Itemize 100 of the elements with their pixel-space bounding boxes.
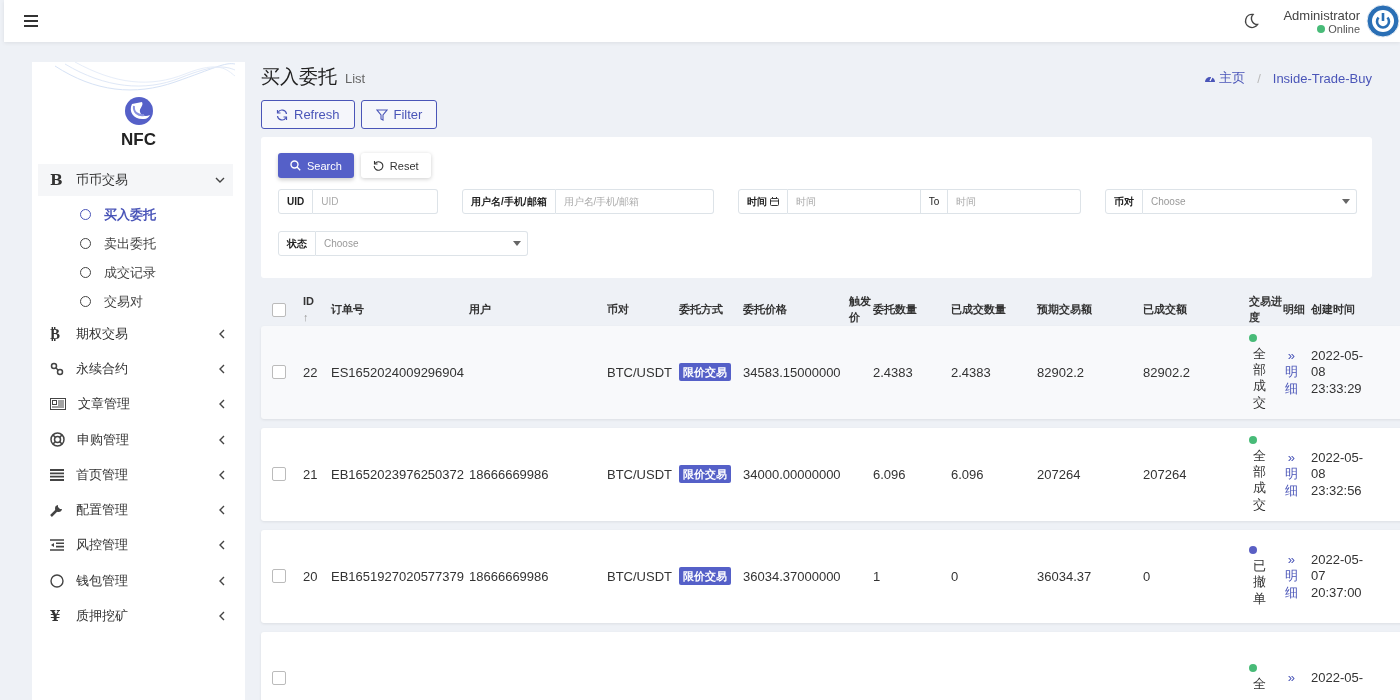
sidebar-item[interactable]: 首页管理: [32, 457, 245, 493]
chevron-left-icon: [219, 540, 225, 551]
sidebar-icon: [50, 361, 64, 376]
input-field[interactable]: 时间: [788, 189, 921, 214]
detail-link[interactable]: » 明细: [1283, 348, 1300, 397]
detail-link[interactable]: »: [1283, 670, 1300, 687]
refresh-button[interactable]: Refresh: [261, 100, 355, 129]
table-cell-text: 36034.37: [1037, 568, 1093, 584]
table-cell-text: ES1652024009296904: [331, 364, 466, 380]
sidebar-item[interactable]: ₿ 期权交易: [32, 316, 245, 352]
checkbox[interactable]: [272, 467, 286, 482]
user-name: Administrator: [1283, 7, 1360, 23]
table-cell-text: BTC/USDT: [607, 466, 673, 482]
column-header[interactable]: ID: [303, 294, 331, 310]
moon-icon[interactable]: [1243, 13, 1260, 29]
search-icon: [290, 160, 301, 171]
table-cell-text: 6.096: [951, 466, 985, 482]
table-cell-text: 2022-05-: [1311, 670, 1365, 687]
table-cell-text: 22: [303, 364, 319, 380]
column-header: 委托价格: [743, 301, 788, 317]
status-text: 全部成交: [1253, 345, 1266, 411]
sidebar-icon: [50, 503, 64, 518]
chevron-left-icon: [219, 469, 225, 480]
checkbox[interactable]: [272, 569, 286, 584]
calendar-icon: [770, 197, 779, 206]
table-cell-text: BTC/USDT: [607, 364, 673, 380]
sidebar-icon: [50, 539, 64, 552]
table-cell-text: 6.096: [873, 466, 907, 482]
table-cell-text: 2.4383: [951, 364, 992, 380]
table-cell-text: 0: [1143, 568, 1152, 584]
sidebar-icon: B: [50, 171, 76, 189]
refresh-icon: [276, 108, 288, 121]
table-cell-text: 36034.37000000: [743, 568, 842, 584]
table-cell-text: 2022-05-08 23:32:56: [1311, 450, 1365, 499]
table-cell-text: 34000.00000000: [743, 466, 842, 482]
search-button[interactable]: Search: [278, 153, 354, 178]
sidebar-icon: [50, 573, 64, 588]
column-header: 交易进度: [1249, 294, 1283, 325]
table-cell-text: 207264: [1037, 466, 1082, 482]
page-subtitle: List: [345, 71, 366, 86]
column-header: 委托数量: [873, 301, 918, 317]
table-cell-text: 1: [873, 568, 882, 584]
table-cell-text: 2022-05-07 20:37:00: [1311, 552, 1365, 601]
table-cell-text: 2022-05-08 23:33:29: [1311, 348, 1365, 397]
sidebar-item[interactable]: 文章管理: [32, 386, 245, 422]
detail-link[interactable]: » 明细: [1283, 552, 1300, 601]
table-cell-text: 207264: [1143, 466, 1188, 482]
table-cell-text: 18666669986: [469, 466, 550, 482]
menu-icon[interactable]: [24, 15, 38, 27]
table-cell-text: EB1651927020577379: [331, 568, 466, 584]
column-header: 明细: [1283, 301, 1306, 317]
chevron-left-icon: [219, 611, 225, 621]
input-field[interactable]: UID: [313, 189, 438, 214]
breadcrumb-link[interactable]: Inside-Trade-Buy: [1272, 71, 1372, 86]
column-header: 预期交易额: [1037, 301, 1093, 317]
table-cell-text: 34583.15000000: [743, 364, 842, 380]
order-type-tag: 限价交易: [679, 465, 731, 484]
reset-icon: [372, 160, 384, 171]
column-header: 币对: [607, 301, 630, 317]
table-cell-text: 20: [303, 568, 319, 584]
table-cell-text: 0: [951, 568, 960, 584]
sidebar-subitem[interactable]: 买入委托: [32, 200, 245, 229]
chevron-down-icon: [215, 177, 225, 183]
input-field[interactable]: 用户名/手机/邮箱: [555, 189, 714, 214]
sidebar-item[interactable]: ¥ 质押挖矿: [32, 598, 245, 634]
checkbox[interactable]: [272, 302, 286, 317]
sidebar-item[interactable]: B 币币交易: [38, 164, 233, 196]
user-status: Online: [1328, 22, 1360, 35]
logo-text: NFC: [121, 130, 156, 150]
caret-icon: [513, 241, 521, 246]
sidebar-subitem[interactable]: 交易对: [32, 287, 245, 316]
sidebar-item[interactable]: 风控管理: [32, 527, 245, 564]
avatar-icon[interactable]: [1366, 4, 1400, 38]
table-cell-text: BTC/USDT: [607, 568, 673, 584]
sidebar-item[interactable]: 永续合约: [32, 351, 245, 387]
checkbox[interactable]: [272, 671, 286, 686]
checkbox[interactable]: [272, 365, 286, 380]
filter-button[interactable]: Filter: [360, 100, 438, 129]
table-cell-text: EB1652023976250372: [331, 466, 466, 482]
sidebar-subitem[interactable]: 卖出委托: [32, 229, 245, 258]
field-label: 时间: [738, 189, 788, 214]
chevron-left-icon: [219, 363, 225, 374]
sidebar-icon: [50, 398, 66, 411]
column-header: 已成交额: [1143, 301, 1188, 317]
column-header: 订单号: [331, 301, 365, 317]
sidebar-item[interactable]: 申购管理: [32, 421, 245, 458]
table-cell-text: 18666669986: [469, 568, 550, 584]
sidebar-item[interactable]: 配置管理: [32, 492, 245, 528]
chevron-left-icon: [219, 328, 225, 339]
input-field[interactable]: 时间: [948, 189, 1081, 214]
sidebar-item[interactable]: 钱包管理: [32, 563, 245, 599]
sidebar-subitem[interactable]: 成交记录: [32, 258, 245, 287]
breadcrumb-link[interactable]: 主页: [1204, 69, 1246, 87]
reset-button[interactable]: Reset: [360, 153, 431, 178]
chevron-left-icon: [219, 505, 225, 516]
column-header: 用户: [469, 301, 492, 317]
detail-link[interactable]: » 明细: [1283, 450, 1300, 499]
field-label: 用户名/手机/邮箱: [462, 189, 556, 214]
caret-icon: [1342, 199, 1350, 204]
field-label: 状态: [278, 231, 316, 256]
